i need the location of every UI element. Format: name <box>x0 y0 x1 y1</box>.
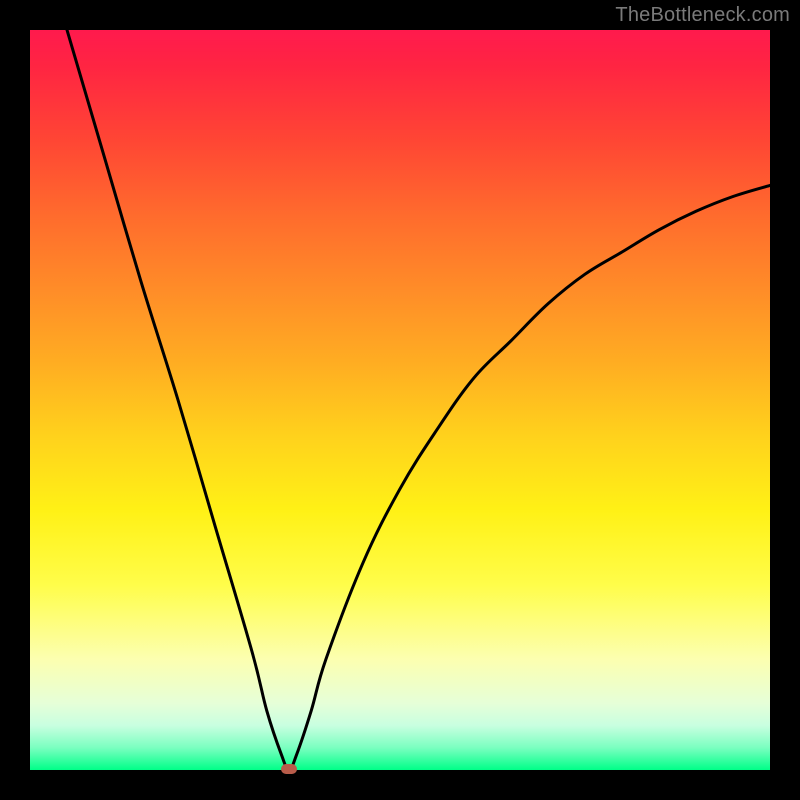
plot-area <box>30 30 770 770</box>
chart-frame: TheBottleneck.com <box>0 0 800 800</box>
watermark-label: TheBottleneck.com <box>615 4 790 27</box>
minimum-marker <box>281 764 297 774</box>
curve-svg <box>30 30 770 770</box>
bottleneck-curve <box>67 30 770 770</box>
